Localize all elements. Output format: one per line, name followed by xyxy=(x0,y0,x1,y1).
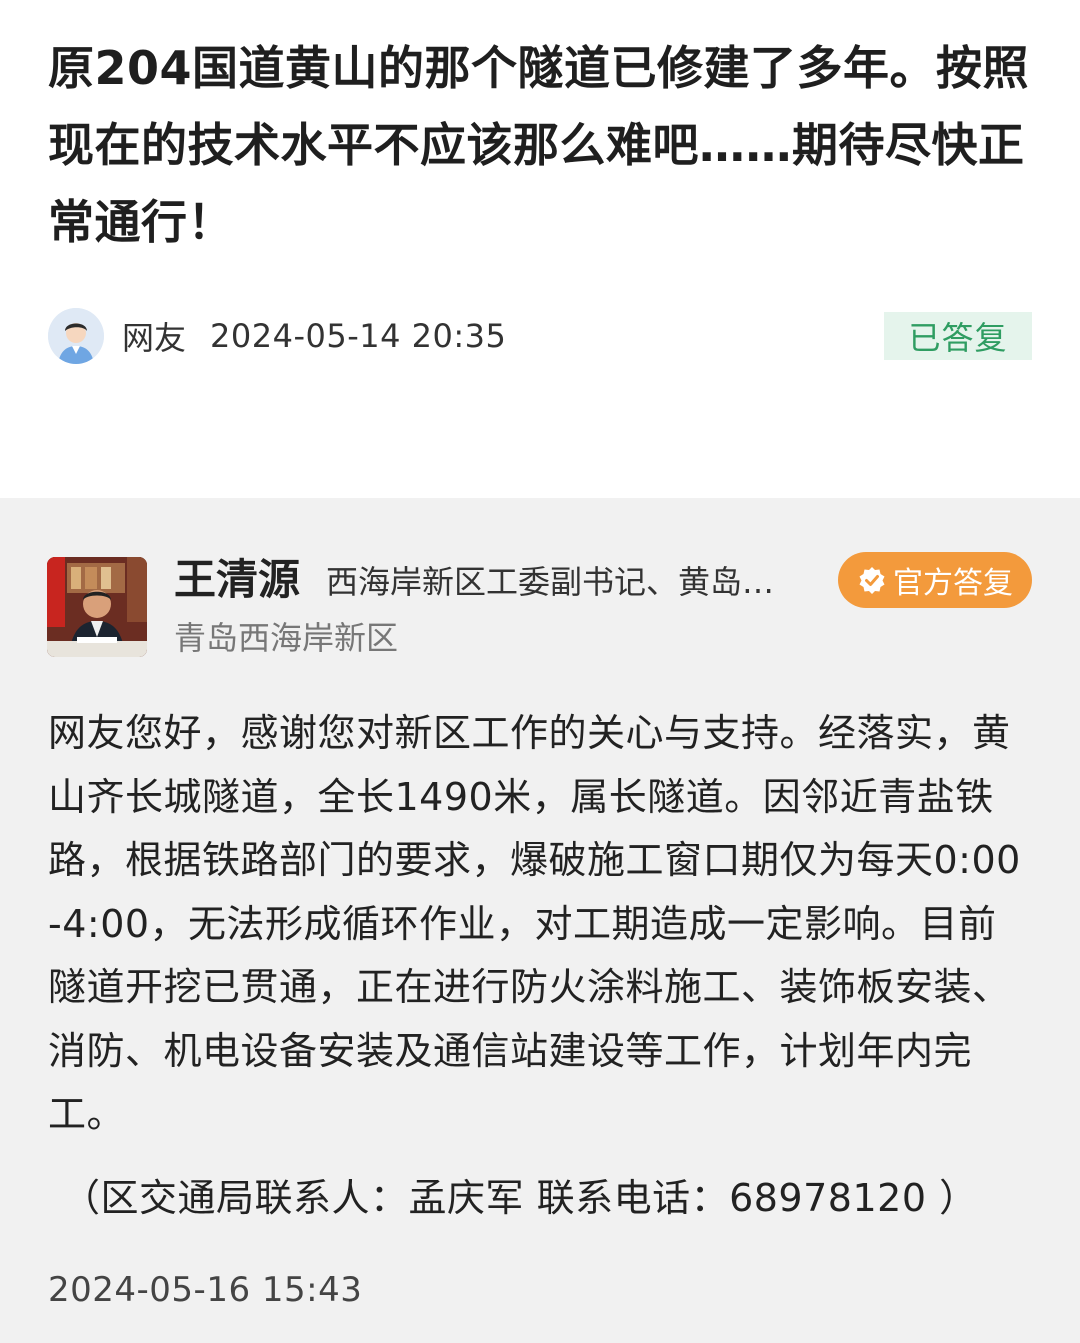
verified-check-icon xyxy=(857,565,887,595)
contact-info: （区交通局联系人：孟庆军 联系电话：68978120 ） xyxy=(62,1176,978,1220)
answer-body: 网友您好，感谢您对新区工作的关心与支持。经落实，黄山齐长城隧道，全长1490米，… xyxy=(48,711,1021,1136)
question-timestamp: 2024-05-14 20:35 xyxy=(210,317,507,355)
question-meta: 网友 2024-05-14 20:35 已答复 xyxy=(48,308,1032,364)
answer-section: 王清源 西海岸新区工委副书记、黄岛… 青岛西海岸新区 官方答复 网友您好，感谢您… xyxy=(0,498,1080,1343)
question-author: 网友 xyxy=(122,319,187,357)
official-reply-badge: 官方答复 xyxy=(838,552,1032,608)
responder-organization: 青岛西海岸新区 xyxy=(174,619,399,657)
question-section: 原204国道黄山的那个隧道已修建了多年。按照现在的技术水平不应该那么难吧……期待… xyxy=(0,0,1080,498)
official-reply-label: 官方答复 xyxy=(893,566,1013,601)
responder-name[interactable]: 王清源 xyxy=(174,554,300,606)
status-badge: 已答复 xyxy=(884,312,1032,360)
responder-avatar[interactable] xyxy=(47,557,147,657)
answer-timestamp: 2024-05-16 15:43 xyxy=(48,1270,363,1310)
question-title: 原204国道黄山的那个隧道已修建了多年。按照现在的技术水平不应该那么难吧……期待… xyxy=(48,41,1030,249)
user-avatar-icon[interactable] xyxy=(48,308,104,364)
responder-title: 西海岸新区工委副书记、黄岛… xyxy=(326,563,775,601)
